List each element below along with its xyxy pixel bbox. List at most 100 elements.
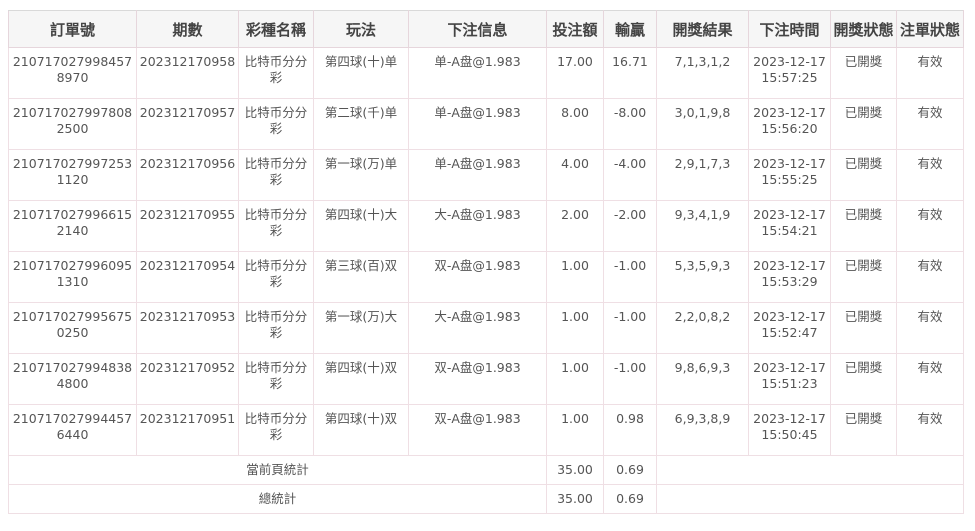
cell-order-no: 2107170279984578970 <box>8 47 137 99</box>
cell-lottery: 比特币分分彩 <box>238 302 314 354</box>
cell-play: 第一球(万)单 <box>313 149 409 201</box>
cell-play: 第二球(千)单 <box>313 98 409 150</box>
cell-amount: 1.00 <box>546 251 604 303</box>
cell-time: 2023-12-17 15:50:45 <box>748 404 831 456</box>
table-row: 2107170279984578970 202312170958 比特币分分彩 … <box>8 47 964 99</box>
cell-winloss: -1.00 <box>603 353 657 405</box>
cell-bet-status: 有效 <box>896 200 964 252</box>
cell-play: 第四球(十)双 <box>313 404 409 456</box>
cell-draw-status: 已開獎 <box>830 302 897 354</box>
table-row: 2107170279966152140 202312170955 比特币分分彩 … <box>8 200 964 252</box>
table-row: 2107170279978082500 202312170957 比特币分分彩 … <box>8 98 964 150</box>
cell-draw-status: 已開獎 <box>830 149 897 201</box>
cell-draw-status: 已開獎 <box>830 251 897 303</box>
cell-lottery: 比特币分分彩 <box>238 47 314 99</box>
table-row: 2107170279944576440 202312170951 比特币分分彩 … <box>8 404 964 456</box>
cell-time: 2023-12-17 15:51:23 <box>748 353 831 405</box>
cell-period: 202312170956 <box>136 149 239 201</box>
table-row: 2107170279956750250 202312170953 比特币分分彩 … <box>8 302 964 354</box>
cell-amount: 17.00 <box>546 47 604 99</box>
table-row: 2107170279948384800 202312170952 比特币分分彩 … <box>8 353 964 405</box>
header-time: 下注時間 <box>748 10 831 48</box>
cell-bet-status: 有效 <box>896 302 964 354</box>
cell-order-no: 2107170279948384800 <box>8 353 137 405</box>
cell-bet-status: 有效 <box>896 404 964 456</box>
cell-lottery: 比特币分分彩 <box>238 149 314 201</box>
cell-bet-status: 有效 <box>896 98 964 150</box>
cell-period: 202312170957 <box>136 98 239 150</box>
cell-result: 2,9,1,7,3 <box>656 149 749 201</box>
cell-amount: 4.00 <box>546 149 604 201</box>
cell-draw-status: 已開獎 <box>830 47 897 99</box>
cell-bet-status: 有效 <box>896 149 964 201</box>
cell-bet-info: 单-A盘@1.983 <box>408 149 547 201</box>
cell-lottery: 比特币分分彩 <box>238 353 314 405</box>
cell-amount: 2.00 <box>546 200 604 252</box>
header-result: 開獎結果 <box>656 10 749 48</box>
cell-play: 第四球(十)大 <box>313 200 409 252</box>
cell-result: 7,1,3,1,2 <box>656 47 749 99</box>
cell-bet-info: 大-A盘@1.983 <box>408 302 547 354</box>
summary-amount: 35.00 <box>546 484 604 514</box>
cell-order-no: 2107170279944576440 <box>8 404 137 456</box>
cell-period: 202312170955 <box>136 200 239 252</box>
cell-period: 202312170953 <box>136 302 239 354</box>
cell-amount: 1.00 <box>546 404 604 456</box>
cell-time: 2023-12-17 15:54:21 <box>748 200 831 252</box>
cell-winloss: -8.00 <box>603 98 657 150</box>
header-lottery: 彩種名稱 <box>238 10 314 48</box>
table-row: 2107170279972531120 202312170956 比特币分分彩 … <box>8 149 964 201</box>
cell-bet-status: 有效 <box>896 251 964 303</box>
summary-empty <box>656 455 964 485</box>
cell-time: 2023-12-17 15:56:20 <box>748 98 831 150</box>
cell-bet-info: 单-A盘@1.983 <box>408 47 547 99</box>
cell-amount: 8.00 <box>546 98 604 150</box>
cell-winloss: -4.00 <box>603 149 657 201</box>
cell-lottery: 比特币分分彩 <box>238 200 314 252</box>
cell-period: 202312170958 <box>136 47 239 99</box>
summary-empty <box>656 484 964 514</box>
cell-lottery: 比特币分分彩 <box>238 98 314 150</box>
header-bet-status: 注單狀態 <box>896 10 964 48</box>
cell-result: 9,8,6,9,3 <box>656 353 749 405</box>
cell-winloss: -2.00 <box>603 200 657 252</box>
cell-draw-status: 已開獎 <box>830 353 897 405</box>
cell-winloss: 16.71 <box>603 47 657 99</box>
cell-amount: 1.00 <box>546 353 604 405</box>
cell-bet-status: 有效 <box>896 47 964 99</box>
cell-result: 9,3,4,1,9 <box>656 200 749 252</box>
cell-result: 6,9,3,8,9 <box>656 404 749 456</box>
header-period: 期數 <box>136 10 239 48</box>
header-bet-info: 下注信息 <box>408 10 547 48</box>
cell-play: 第四球(十)双 <box>313 353 409 405</box>
header-draw-status: 開獎狀態 <box>830 10 897 48</box>
cell-winloss: -1.00 <box>603 251 657 303</box>
cell-play: 第一球(万)大 <box>313 302 409 354</box>
header-amount: 投注額 <box>546 10 604 48</box>
cell-bet-info: 双-A盘@1.983 <box>408 404 547 456</box>
cell-winloss: 0.98 <box>603 404 657 456</box>
cell-time: 2023-12-17 15:55:25 <box>748 149 831 201</box>
cell-time: 2023-12-17 15:53:29 <box>748 251 831 303</box>
bet-records-table: 訂單號 期數 彩種名稱 玩法 下注信息 投注額 輸贏 開獎結果 下注時間 開獎狀… <box>8 10 964 514</box>
cell-order-no: 2107170279978082500 <box>8 98 137 150</box>
header-play: 玩法 <box>313 10 409 48</box>
cell-draw-status: 已開獎 <box>830 404 897 456</box>
summary-winloss: 0.69 <box>603 484 657 514</box>
cell-draw-status: 已開獎 <box>830 200 897 252</box>
summary-row-page: 當前頁統計 35.00 0.69 <box>8 455 964 485</box>
cell-time: 2023-12-17 15:52:47 <box>748 302 831 354</box>
cell-draw-status: 已開獎 <box>830 98 897 150</box>
cell-amount: 1.00 <box>546 302 604 354</box>
cell-result: 5,3,5,9,3 <box>656 251 749 303</box>
summary-winloss: 0.69 <box>603 455 657 485</box>
header-winloss: 輸贏 <box>603 10 657 48</box>
summary-row-total: 總統計 35.00 0.69 <box>8 484 964 514</box>
summary-amount: 35.00 <box>546 455 604 485</box>
cell-lottery: 比特币分分彩 <box>238 251 314 303</box>
cell-period: 202312170952 <box>136 353 239 405</box>
cell-result: 3,0,1,9,8 <box>656 98 749 150</box>
cell-bet-info: 双-A盘@1.983 <box>408 353 547 405</box>
cell-bet-info: 单-A盘@1.983 <box>408 98 547 150</box>
cell-play: 第四球(十)单 <box>313 47 409 99</box>
